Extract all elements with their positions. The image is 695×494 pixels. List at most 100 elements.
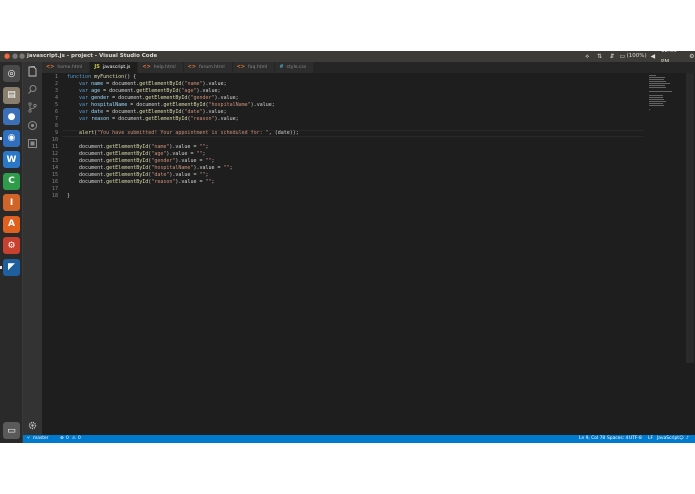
encoding[interactable]: UTF-8 [629,435,642,443]
warning-icon[interactable]: ⚠ [72,435,76,443]
line-number: 18 [51,193,58,199]
tab-home-html[interactable]: <> home.html [42,62,91,73]
dropbox-icon[interactable]: ⟡ [584,53,590,60]
line-number: 12 [51,151,58,157]
top-panel: javascript.js - project - Visual Studio … [0,51,695,65]
code-text: document.getElementById("hospitalName").… [67,165,233,172]
source-control-icon[interactable] [27,102,38,113]
code-token: date [91,109,104,115]
network-icon[interactable]: ⇵ [609,53,615,60]
files-icon[interactable]: ▤ [3,86,20,104]
close-window-icon[interactable]: ● [4,51,10,62]
explorer-icon[interactable] [27,66,38,77]
minimap-line [649,99,664,100]
keyboard-icon[interactable]: ⇅ [596,53,602,60]
code-line[interactable]: 16 document.getElementById("reason").val… [42,179,642,186]
code-line[interactable]: 4 var gender = document.getElementById("… [42,95,642,102]
calc-icon[interactable]: C [3,172,20,190]
tab-forum-html[interactable]: <> forum.html [183,62,233,73]
firefox-icon[interactable]: ● [3,108,20,125]
code-line[interactable]: 12 document.getElementById("age").value … [42,151,642,158]
tab-style-css[interactable]: # style.css [275,62,315,73]
software-center-icon[interactable]: A [3,215,20,233]
code-line[interactable]: 6 var date = document.getElementById("da… [42,109,642,116]
code-token: ).value; [214,95,239,101]
system-settings-icon[interactable]: ⚙ [3,237,20,254]
code-line[interactable]: 17 [42,186,642,193]
settings-gear-icon[interactable] [27,420,38,431]
line-number: 6 [54,109,58,115]
search-icon[interactable] [27,84,38,95]
code-line[interactable]: 15 document.getElementById("date").value… [42,172,642,179]
code-line[interactable]: 3 var age = document.getElementById("age… [42,88,642,95]
line-number: 8 [54,123,58,129]
file-type-icon: JS [94,64,100,70]
code-token: = document. [127,102,164,108]
code-token: var [79,81,92,87]
code-editor[interactable]: 1 function myFunction() {2 var name = doc… [42,73,695,435]
code-text: } [67,193,70,200]
code-token: ; [211,179,215,185]
dash-home-icon[interactable]: ◎ [3,65,20,82]
tab-label: style.css [286,65,307,70]
tab-javascript-js[interactable]: JS javascript.js [90,62,139,73]
branch-name[interactable]: master [33,435,48,443]
minimap-line [649,105,664,106]
battery-icon[interactable]: ▭ [619,53,626,60]
git-branch-icon[interactable]: ⑂ [27,435,30,443]
desktop-screen: javascript.js - project - Visual Studio … [0,51,695,443]
code-line[interactable]: 13 document.getElementById("gender").val… [42,158,642,165]
end-of-line[interactable]: LF [648,435,653,443]
tab-faq-html[interactable]: <> faq.html [232,62,276,73]
tab-help-html[interactable]: <> help.html [138,62,184,73]
maximize-window-icon[interactable]: ● [19,51,25,62]
code-token: "gender" [151,158,176,164]
editor-scrollbar[interactable] [686,73,694,363]
line-number: 4 [54,95,58,101]
error-icon[interactable]: ⊗ [60,435,64,443]
code-line[interactable]: 18} [42,193,642,200]
code-token: ; [202,151,206,157]
code-line[interactable]: 5 var hospitalName = document.getElement… [42,102,642,109]
debug-icon[interactable] [27,120,38,131]
warning-count[interactable]: 0 [78,435,81,443]
code-line[interactable]: 14 document.getElementById("hospitalName… [42,165,642,172]
code-line[interactable]: 8 [42,123,642,130]
code-token: myFunction [94,74,125,80]
code-text: var reason = document.getElementById("re… [67,116,239,123]
code-token: = document. [100,88,137,94]
language-mode[interactable]: JavaScript [657,435,679,443]
minimap[interactable] [647,73,679,113]
cursor-position[interactable]: Ln 9, Col 78 [579,435,605,443]
volume-icon[interactable]: ◀ [650,53,656,60]
impress-icon[interactable]: I [3,194,20,211]
writer-icon[interactable]: W [3,151,20,168]
code-token: document. [67,172,107,178]
code-line[interactable]: 9 alert("You have submitted! Your appoin… [42,130,642,137]
minimap-line [649,77,665,78]
code-token: ).value; [214,116,239,122]
code-line[interactable]: 2 var name = document.getElementById("na… [42,81,642,88]
minimize-window-icon[interactable]: ● [12,51,18,62]
notifications-bell-icon[interactable]: ♪ [686,435,689,443]
code-text: alert("You have submitted! Your appointm… [67,130,299,137]
line-number: 17 [51,186,58,192]
vscode-icon[interactable]: ◤ [3,258,20,276]
extensions-icon[interactable] [27,138,38,149]
indentation[interactable]: Spaces: 4 [607,435,628,443]
code-line[interactable]: 11 document.getElementById("name").value… [42,144,642,151]
code-token: getElementById [106,165,149,171]
trash-icon[interactable]: ▭ [3,422,20,439]
code-line[interactable]: 7 var reason = document.getElementById("… [42,116,642,123]
power-gear-icon[interactable]: ⚙ [689,53,695,60]
feedback-smiley-icon[interactable]: ☺ [679,435,684,443]
battery-percent[interactable]: (100%) [627,51,647,62]
error-count[interactable]: 0 [66,435,69,443]
chrome-icon[interactable]: ◉ [3,129,20,147]
code-line[interactable]: 1 function myFunction() { [42,74,642,81]
code-line[interactable]: 10 [42,137,642,144]
code-token: getElementById [106,179,149,185]
